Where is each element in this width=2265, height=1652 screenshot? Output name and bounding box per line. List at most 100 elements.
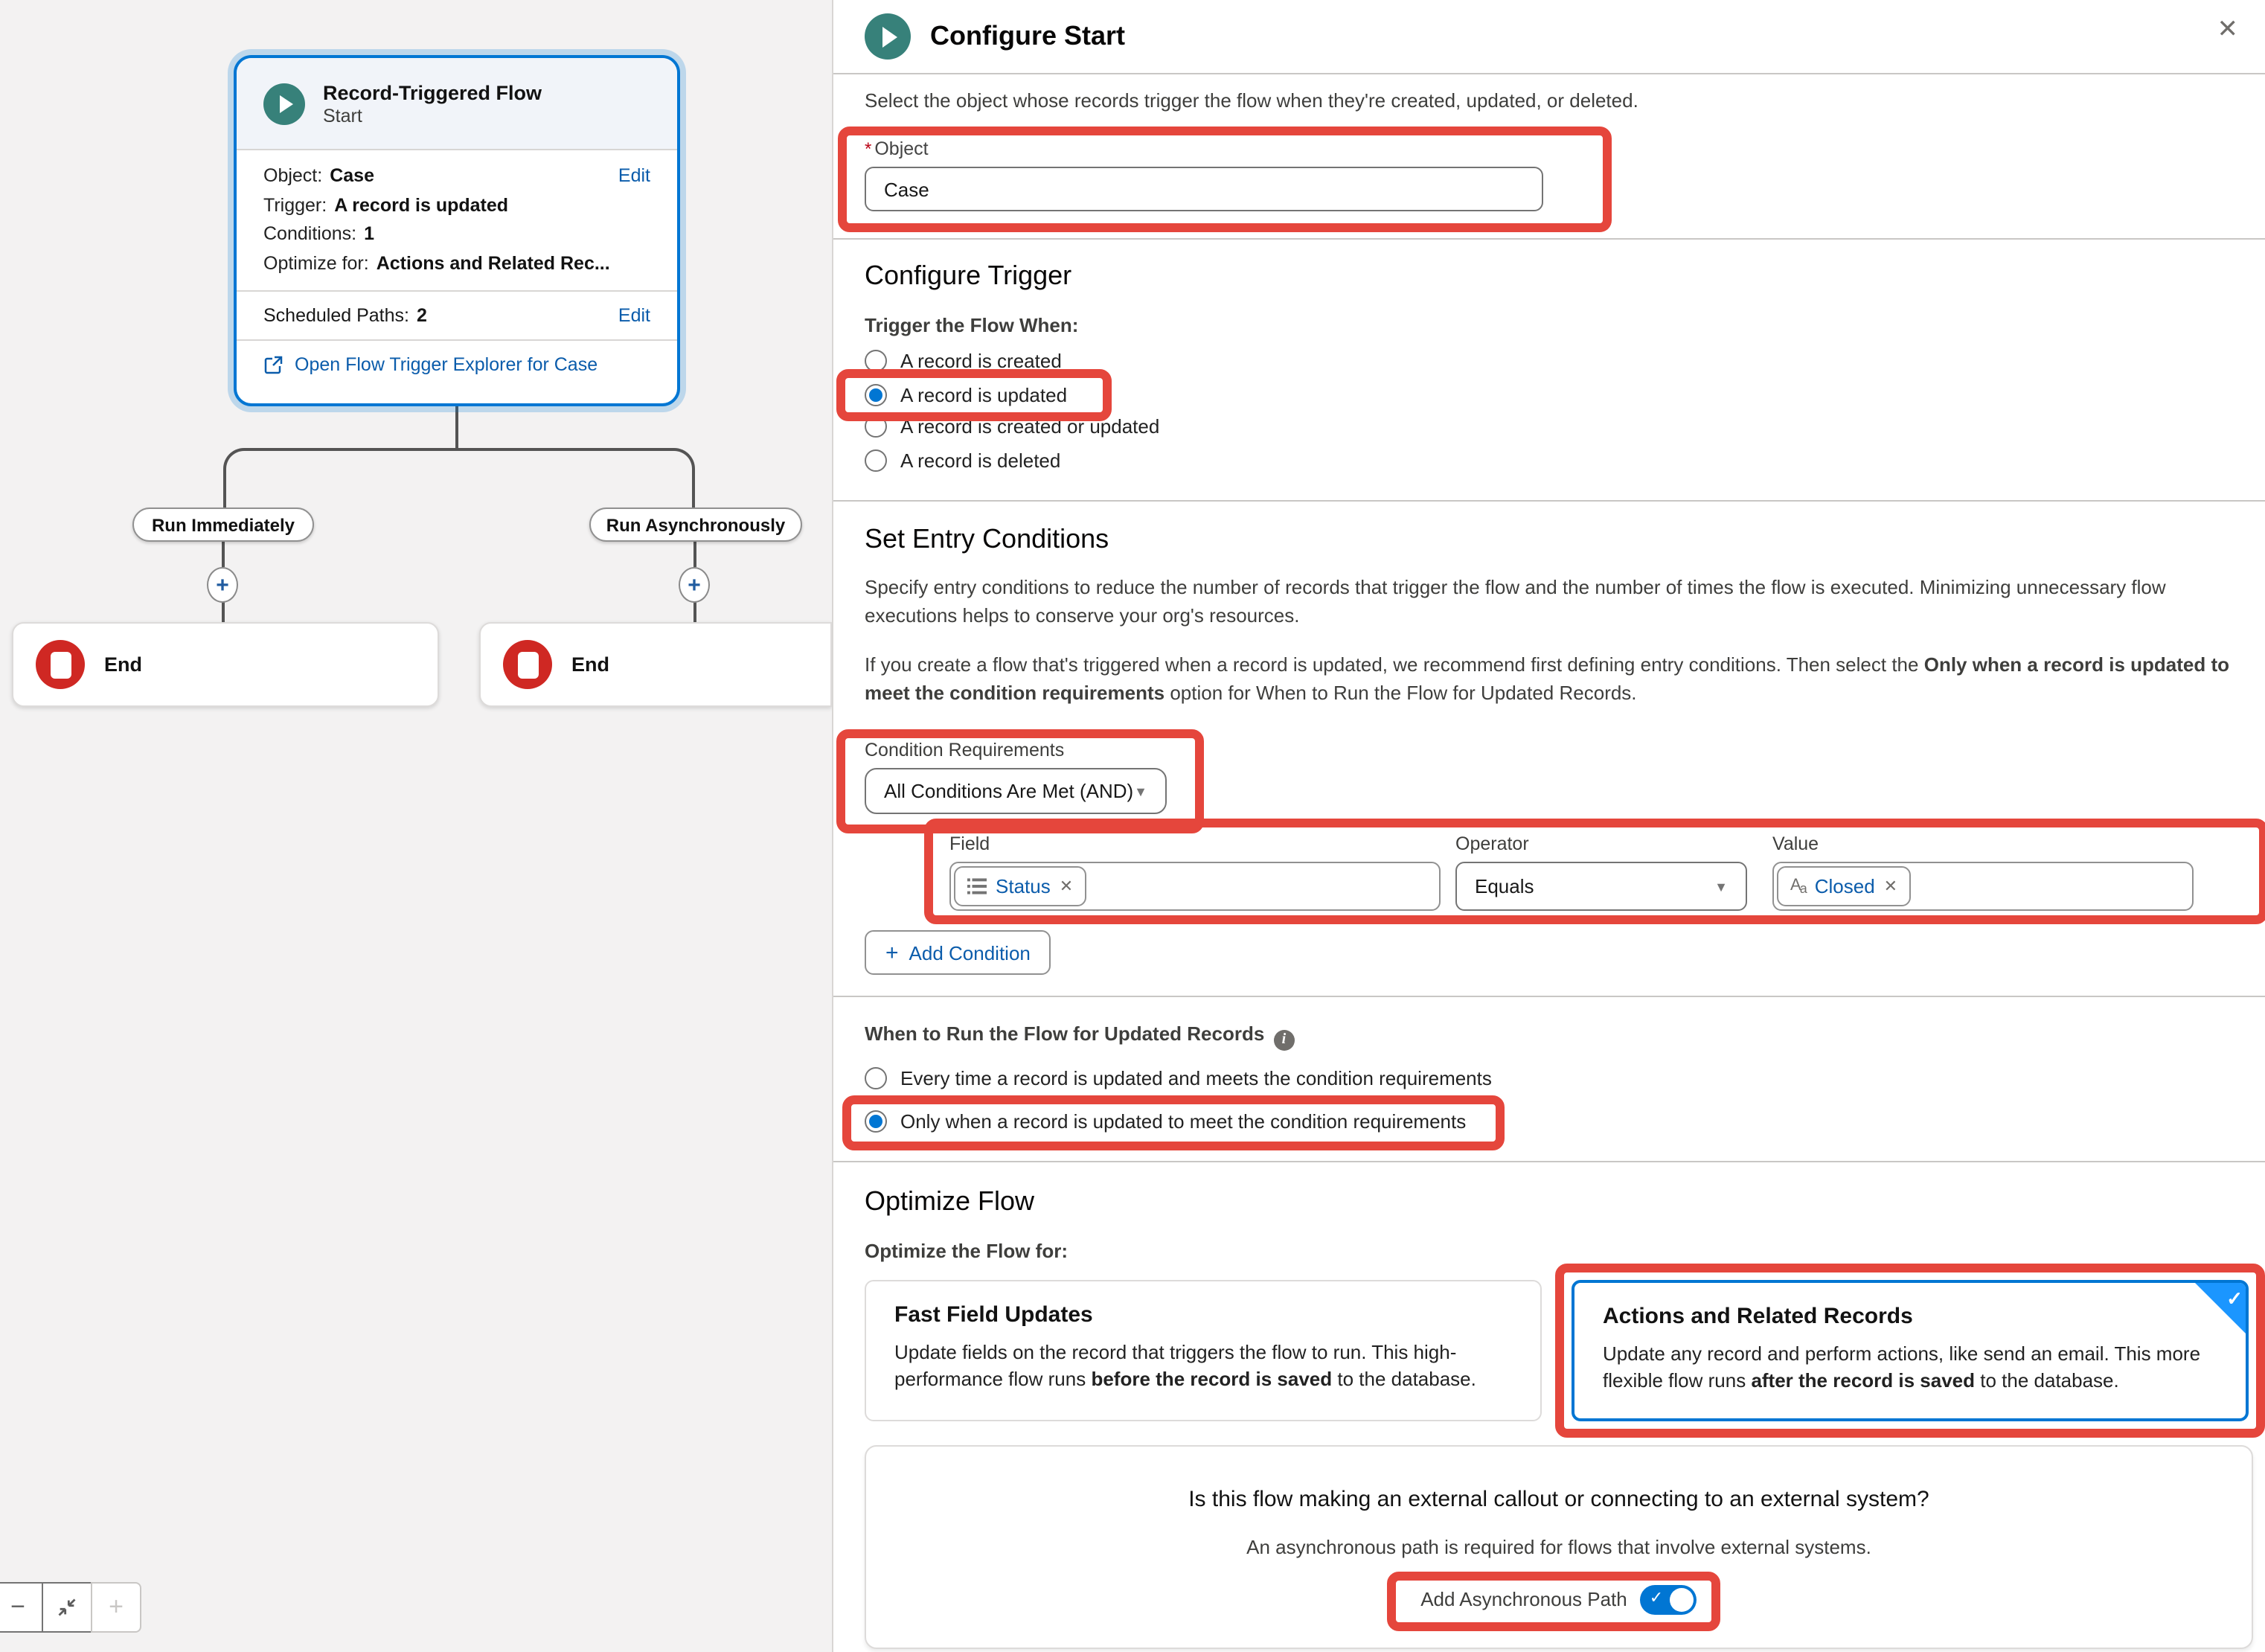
connector-stem (455, 406, 458, 449)
radio-only-when-updated[interactable]: Only when a record is updated to meet th… (865, 1105, 1466, 1136)
radio-icon (865, 350, 887, 372)
condition-requirements-select[interactable]: All Conditions Are Met (AND) ▼ (865, 768, 1167, 814)
panel-intro-text: Select the object whose records trigger … (865, 89, 2252, 112)
configure-trigger-heading: Configure Trigger (865, 260, 2252, 292)
radio-icon-selected (865, 384, 887, 406)
node-row-object: Object: Case Edit (263, 165, 650, 186)
external-callout-note: An asynchronous path is required for flo… (896, 1535, 2222, 1557)
radio-every-time-updated[interactable]: Every time a record is updated and meets… (865, 1062, 1492, 1093)
async-path-toggle-label: Add Asynchronous Path (1420, 1588, 1627, 1610)
value-pill[interactable]: Aa Closed ✕ (1777, 866, 1911, 906)
close-icon[interactable]: ✕ (2217, 15, 2239, 45)
operator-select[interactable]: Equals ▼ (1455, 862, 1747, 911)
when-to-run-heading: When to Run the Flow for Updated Records (865, 1022, 1264, 1045)
edit-scheduled-paths-link[interactable]: Edit (618, 305, 650, 326)
add-condition-button[interactable]: + Add Condition (865, 930, 1051, 975)
card-fast-field-updates[interactable]: Fast Field Updates Update fields on the … (865, 1279, 1542, 1421)
section-divider (833, 238, 2265, 240)
radio-icon (865, 1066, 887, 1089)
radio-record-created-or-updated[interactable]: A record is created or updated (865, 411, 1159, 442)
optimize-for-label: Optimize the Flow for: (865, 1239, 2252, 1261)
object-field-block: *Object (865, 138, 1543, 211)
node-row-scheduled-paths: Scheduled Paths: 2 Edit (237, 290, 677, 339)
radio-icon (865, 415, 887, 438)
radio-record-created[interactable]: A record is created (865, 345, 1062, 377)
connector (693, 601, 696, 622)
remove-icon[interactable]: ✕ (1884, 877, 1897, 896)
start-node-title: Record-Triggered Flow (323, 80, 542, 106)
add-async-path-toggle[interactable]: ✓ (1641, 1584, 1697, 1614)
end-icon (36, 640, 85, 689)
optimize-flow-heading: Optimize Flow (865, 1185, 2252, 1217)
start-node-subtitle: Start (323, 106, 542, 127)
flow-builder-screen: Record-Triggered Flow Start Object: Case… (0, 0, 2265, 1652)
entry-conditions-paragraph-2: If you create a flow that's triggered wh… (865, 650, 2252, 707)
chevron-down-icon: ▼ (1714, 879, 1728, 894)
card-actions-and-related-records[interactable]: ✓ Actions and Related Records Update any… (1572, 1279, 2249, 1421)
external-callout-box: Is this flow making an external callout … (865, 1444, 2253, 1648)
node-row-optimize: Optimize for: Actions and Related Rec... (263, 252, 650, 273)
check-icon: ✓ (1650, 1587, 1663, 1607)
section-divider (833, 996, 2265, 997)
add-element-button[interactable]: + (679, 567, 710, 603)
connector-branch-left (223, 448, 457, 508)
zoom-out-button[interactable]: − (0, 1582, 43, 1633)
operator-label: Operator (1455, 833, 1747, 854)
picklist-icon (967, 877, 987, 896)
radio-record-deleted[interactable]: A record is deleted (865, 445, 1060, 476)
field-label: Field (949, 833, 1441, 854)
section-divider (833, 1160, 2265, 1162)
external-link-icon (263, 355, 283, 374)
async-path-toggle-row: Add Asynchronous Path ✓ (1420, 1584, 1697, 1614)
edit-object-link[interactable]: Edit (618, 165, 650, 186)
start-node-header: Record-Triggered Flow Start (237, 58, 677, 150)
add-element-button[interactable]: + (207, 567, 238, 603)
flow-canvas[interactable]: Record-Triggered Flow Start Object: Case… (0, 0, 832, 1652)
configure-start-panel: Configure Start ✕ Select the object whos… (832, 0, 2265, 1652)
zoom-fit-button[interactable] (42, 1582, 92, 1633)
radio-icon-selected (865, 1110, 887, 1132)
radio-record-updated[interactable]: A record is updated (865, 380, 1067, 411)
connector (222, 540, 225, 567)
value-label: Value (1772, 833, 2194, 854)
value-input[interactable]: Aa Closed ✕ (1772, 862, 2194, 911)
branch-run-immediately[interactable]: Run Immediately (132, 508, 314, 542)
zoom-in-button[interactable]: + (91, 1582, 141, 1633)
end-icon (503, 640, 552, 689)
external-callout-question: Is this flow making an external callout … (896, 1486, 2222, 1511)
flow-start-icon (263, 83, 305, 124)
remove-icon[interactable]: ✕ (1060, 877, 1073, 896)
selected-check-icon: ✓ (2195, 1282, 2246, 1333)
plus-icon: + (885, 940, 899, 965)
plus-icon: + (109, 1592, 124, 1622)
chevron-down-icon: ▼ (1134, 784, 1147, 798)
flow-trigger-explorer-link[interactable]: Open Flow Trigger Explorer for Case (295, 354, 598, 375)
info-icon[interactable]: i (1273, 1029, 1294, 1050)
condition-field-column: Field Status ✕ (949, 833, 1441, 911)
end-node-immediate[interactable]: End (12, 622, 439, 707)
entry-conditions-paragraph-1: Specify entry conditions to reduce the n… (865, 573, 2252, 630)
condition-requirements-block: Condition Requirements All Conditions Ar… (865, 740, 1167, 814)
condition-row: Field Status ✕ (949, 833, 2252, 911)
flow-start-icon (865, 13, 911, 60)
field-input[interactable]: Status ✕ (949, 862, 1441, 911)
end-node-async[interactable]: End (479, 622, 832, 707)
field-pill[interactable]: Status ✕ (954, 866, 1086, 906)
section-divider (833, 500, 2265, 502)
node-row-conditions: Conditions: 1 (263, 223, 650, 244)
connector (693, 540, 696, 567)
canvas-zoom-controls: − + (0, 1582, 141, 1633)
node-row-trigger: Trigger: A record is updated (263, 194, 650, 215)
toggle-knob (1670, 1587, 1694, 1611)
trigger-when-label: Trigger the Flow When: (865, 314, 2252, 336)
panel-title: Configure Start (930, 21, 1125, 52)
object-input[interactable] (865, 167, 1543, 211)
text-type-icon: Aa (1790, 877, 1806, 896)
condition-operator-column: Operator Equals ▼ (1455, 833, 1747, 911)
card-actions-related-wrapper: ✓ Actions and Related Records Update any… (1572, 1279, 2249, 1421)
start-node[interactable]: Record-Triggered Flow Start Object: Case… (234, 55, 680, 406)
object-field-label: *Object (865, 138, 1543, 159)
panel-header: Configure Start (833, 0, 2265, 74)
connector (222, 601, 225, 622)
branch-run-asynchronously[interactable]: Run Asynchronously (589, 508, 802, 542)
